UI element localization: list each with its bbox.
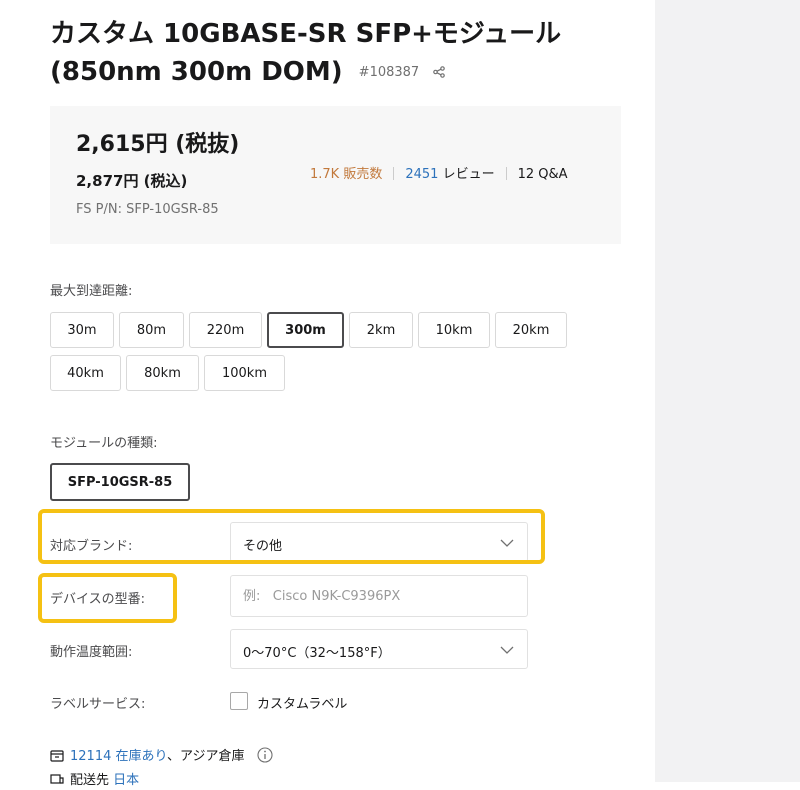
title-line-1: カスタム 10GBASE-SR SFP+モジュール — [50, 19, 562, 49]
stock-status: 在庫あり — [115, 749, 167, 764]
distance-option-80km[interactable]: 80km — [126, 355, 199, 391]
distance-option-300m[interactable]: 300m — [267, 312, 344, 348]
distance-option-220m[interactable]: 220m — [189, 312, 262, 348]
divider — [505, 167, 507, 180]
divider — [393, 167, 395, 180]
info-icon[interactable] — [257, 747, 273, 767]
distance-option-40km[interactable]: 40km — [50, 355, 121, 391]
stock-location: 、アジア倉庫 — [166, 749, 245, 764]
temperature-select[interactable]: 0～70°C（32～158°F） — [230, 629, 528, 669]
product-title: カスタム 10GBASE-SR SFP+モジュール (850nm 300m DO… — [50, 16, 620, 91]
distance-option-100km[interactable]: 100km — [204, 355, 285, 391]
device-model-highlight — [38, 573, 177, 623]
stock-count: 12114 — [70, 749, 112, 764]
temperature-value: 0～70°C（32～158°F） — [243, 646, 391, 661]
distance-option-2km[interactable]: 2km — [349, 312, 413, 348]
price-box: 2,615円 (税抜) 2,877円 (税込) FS P/N: SFP-10GS… — [50, 106, 621, 244]
part-number: FS P/N: SFP-10GSR-85 — [76, 202, 219, 217]
title-line-2: (850nm 300m DOM) — [50, 57, 343, 87]
distance-option-10km[interactable]: 10km — [418, 312, 490, 348]
label-service-label: ラベルサービス: — [50, 697, 146, 712]
reviews-count-link[interactable]: 2451 — [405, 167, 438, 182]
product-sku: #108387 — [358, 65, 420, 80]
qa-link[interactable]: 12 Q&A — [518, 167, 568, 182]
brand-highlight — [38, 509, 545, 564]
stock-info: 12114 在庫あり、アジア倉庫 — [50, 745, 273, 767]
distance-option-30m[interactable]: 30m — [50, 312, 114, 348]
module-option-sfp-10gsr-85[interactable]: SFP-10GSR-85 — [50, 463, 190, 501]
distance-label: 最大到達距離: — [50, 284, 133, 299]
reviews-label: レビュー — [442, 167, 495, 182]
shipping-info: 配送先 日本 — [50, 769, 139, 790]
shipping-country-link[interactable]: 日本 — [113, 773, 139, 788]
warehouse-icon — [50, 749, 64, 766]
sold-count: 1.7K 販売数 — [310, 167, 383, 182]
right-gutter — [655, 0, 800, 782]
custom-label-text: カスタムラベル — [257, 697, 348, 712]
distance-option-80m[interactable]: 80m — [119, 312, 184, 348]
custom-label-checkbox[interactable] — [230, 692, 248, 710]
price-excl-tax: 2,615円 (税抜) — [76, 132, 240, 157]
shipping-label: 配送先 — [70, 773, 110, 788]
device-model-input[interactable] — [230, 575, 528, 617]
share-icon[interactable] — [433, 52, 446, 88]
module-type-label: モジュールの種類: — [50, 436, 158, 451]
temperature-label: 動作温度範囲: — [50, 645, 133, 660]
distance-option-20km[interactable]: 20km — [495, 312, 567, 348]
price-incl-tax: 2,877円 (税込) — [76, 172, 188, 190]
product-stats: 1.7K 販売数 2451 レビュー 12 Q&A — [310, 163, 568, 182]
chevron-down-icon — [499, 642, 515, 662]
